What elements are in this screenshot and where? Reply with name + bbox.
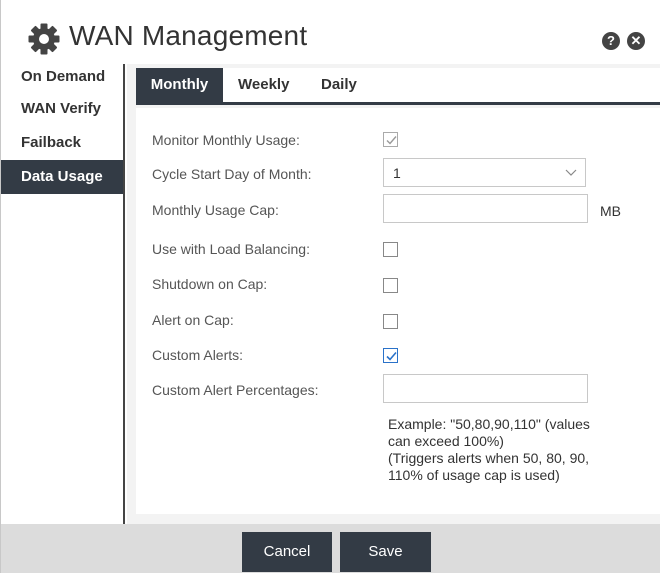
monitor-monthly-usage-checkbox[interactable] <box>383 132 398 147</box>
dialog-footer: Cancel Save <box>1 524 660 573</box>
custom-alerts-checkbox[interactable] <box>383 348 398 363</box>
help-icon[interactable]: ? <box>602 32 620 50</box>
tab-daily[interactable]: Daily <box>321 68 357 102</box>
sidebar-item-failback[interactable]: Failback <box>1 126 123 160</box>
load-balancing-checkbox[interactable] <box>383 242 398 257</box>
save-button[interactable]: Save <box>340 532 431 572</box>
cycle-start-day-select[interactable]: 1 <box>383 158 586 187</box>
load-balancing-label: Use with Load Balancing: <box>152 241 310 257</box>
custom-alert-percentages-input[interactable] <box>383 374 588 403</box>
dialog-header: WAN Management ? ✕ <box>1 0 660 64</box>
sidebar-item-data-usage[interactable]: Data Usage <box>1 160 123 194</box>
custom-alerts-label: Custom Alerts: <box>152 347 244 363</box>
tab-bar: Monthly Weekly Daily <box>136 68 660 105</box>
main-panel: Monthly Weekly Daily Monitor Monthly Usa… <box>127 64 660 524</box>
monthly-usage-cap-input[interactable] <box>383 194 588 223</box>
chevron-down-icon <box>565 169 577 176</box>
dialog-title: WAN Management <box>69 20 308 51</box>
hint-line: Example: "50,80,90,110" (values <box>388 416 590 432</box>
sidebar: On Demand WAN Verify Failback Data Usage <box>1 64 125 524</box>
unit-label: MB <box>600 203 621 219</box>
tab-monthly[interactable]: Monthly <box>136 68 223 102</box>
cancel-button[interactable]: Cancel <box>242 532 332 572</box>
data-usage-form: Monitor Monthly Usage: Cycle Start Day o… <box>136 108 660 514</box>
gear-icon <box>27 22 61 56</box>
tab-weekly[interactable]: Weekly <box>238 68 289 102</box>
dialog-frame: WAN Management ? ✕ On Demand WAN Verify … <box>0 0 660 573</box>
shutdown-on-cap-label: Shutdown on Cap: <box>152 276 268 292</box>
custom-alert-hint: Example: "50,80,90,110" (values can exce… <box>388 416 638 484</box>
shutdown-on-cap-checkbox[interactable] <box>383 278 398 293</box>
checkmark-icon <box>386 136 397 145</box>
alert-on-cap-label: Alert on Cap: <box>152 312 234 328</box>
hint-line: can exceed 100%) <box>388 433 504 449</box>
monitor-monthly-usage-label: Monitor Monthly Usage: <box>152 132 300 148</box>
custom-alert-percentages-label: Custom Alert Percentages: <box>152 382 319 398</box>
alert-on-cap-checkbox[interactable] <box>383 314 398 329</box>
sidebar-item-on-demand[interactable]: On Demand <box>1 64 123 92</box>
cycle-start-day-value: 1 <box>393 165 401 181</box>
hint-line: 110% of usage cap is used) <box>388 467 560 483</box>
monthly-usage-cap-label: Monthly Usage Cap: <box>152 202 279 218</box>
checkmark-icon <box>386 351 397 361</box>
sidebar-item-wan-verify[interactable]: WAN Verify <box>1 92 123 126</box>
hint-line: (Triggers alerts when 50, 80, 90, <box>388 450 590 466</box>
cycle-start-day-label: Cycle Start Day of Month: <box>152 166 312 182</box>
close-icon[interactable]: ✕ <box>627 32 645 50</box>
